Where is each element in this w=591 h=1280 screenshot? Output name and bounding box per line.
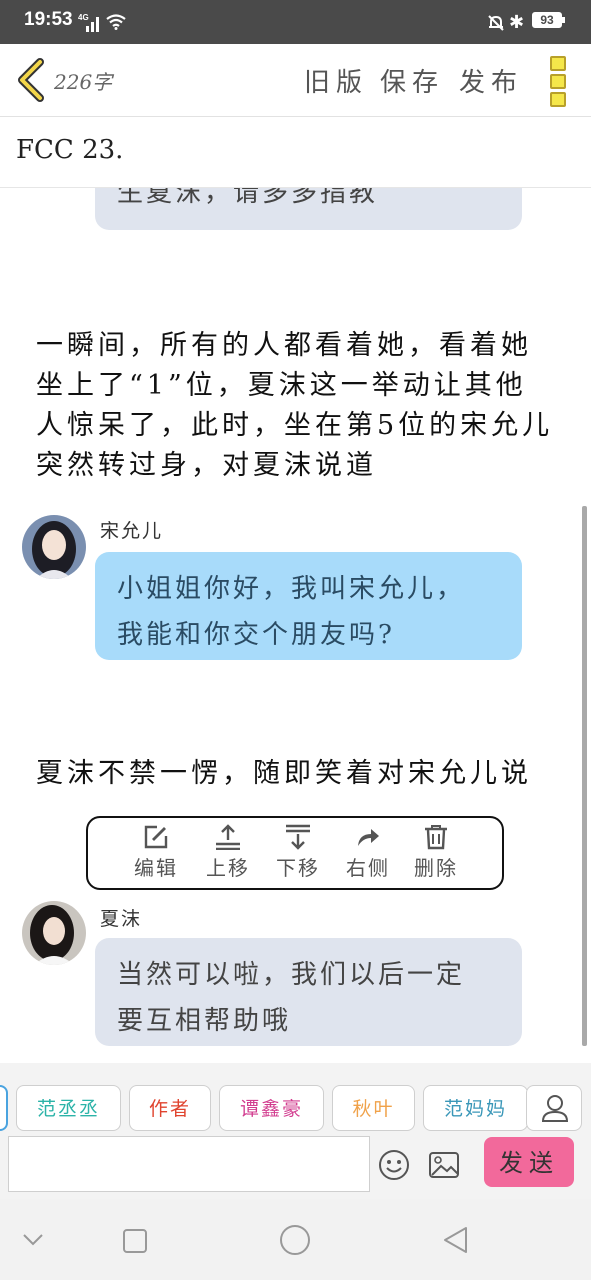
wifi-icon xyxy=(106,14,126,30)
message-bubble[interactable]: 小姐姐你好，我叫宋允儿， 我能和你交个朋友吗? xyxy=(95,552,522,660)
narration-text[interactable]: 一瞬间，所有的人都看着她，看着她坐上了“1”位，夏沫这一举动让其他人惊呆了，此时… xyxy=(36,326,556,486)
more-menu-icon[interactable] xyxy=(550,56,566,107)
old-version-button[interactable]: 旧版 xyxy=(304,62,368,99)
send-button[interactable]: 发送 xyxy=(484,1137,574,1187)
emoji-icon[interactable] xyxy=(378,1149,410,1181)
battery-indicator: 93 xyxy=(532,12,562,28)
character-chip[interactable]: 谭鑫豪 xyxy=(219,1085,324,1131)
story-title[interactable]: FCC 23. xyxy=(16,135,123,165)
move-down-action[interactable]: 下移 xyxy=(268,824,328,881)
speaker-name: 夏沫 xyxy=(100,908,143,930)
character-chip[interactable]: 秋叶 xyxy=(332,1085,415,1131)
battery-tip xyxy=(562,17,565,23)
home-icon[interactable] xyxy=(279,1224,311,1256)
message-line: 小姐姐你好，我叫宋允儿， xyxy=(117,574,466,604)
scrollbar[interactable] xyxy=(582,506,587,1046)
message-line: 当然可以啦，我们以后一定 xyxy=(117,960,466,990)
message-input[interactable] xyxy=(8,1136,370,1192)
right-side-label: 右侧 xyxy=(346,856,390,880)
back-nav-icon[interactable] xyxy=(441,1225,469,1255)
status-time: 19:53 xyxy=(24,9,73,30)
move-up-action[interactable]: 上移 xyxy=(198,824,258,881)
user-icon xyxy=(541,1095,569,1122)
character-chip-partial[interactable] xyxy=(0,1085,8,1131)
chevron-down-icon[interactable] xyxy=(22,1233,44,1247)
story-content: 生夏沫，请多多指教 一瞬间，所有的人都看着她，看着她坐上了“1”位，夏沫这一举动… xyxy=(0,188,591,1063)
word-count: 226字 xyxy=(54,70,113,94)
message-line: 要互相帮助哦 xyxy=(117,1006,292,1036)
right-side-action[interactable]: 右侧 xyxy=(338,824,398,881)
input-bar: 发送 xyxy=(0,1133,591,1199)
recent-apps-icon[interactable] xyxy=(122,1228,148,1254)
add-character-button[interactable] xyxy=(526,1085,582,1131)
bluetooth-icon: ✱ xyxy=(509,12,525,32)
mute-bell-icon xyxy=(488,15,504,31)
character-chip[interactable]: 范妈妈 xyxy=(423,1085,528,1131)
move-down-label: 下移 xyxy=(276,856,320,880)
move-up-label: 上移 xyxy=(206,856,250,880)
avatar-xia-mo[interactable] xyxy=(22,901,86,965)
message-bubble[interactable]: 当然可以啦，我们以后一定 要互相帮助哦 xyxy=(95,938,522,1046)
image-icon[interactable] xyxy=(428,1151,460,1179)
trash-icon xyxy=(425,825,447,850)
edit-label: 编辑 xyxy=(134,856,178,880)
edit-icon xyxy=(144,825,168,849)
back-arrow-icon[interactable] xyxy=(14,58,48,102)
message-text: 生夏沫，请多多指教 xyxy=(117,188,379,208)
move-down-icon xyxy=(286,824,310,850)
narration-text[interactable]: 夏沫不禁一愣，随即笑着对宋允儿说 xyxy=(36,754,556,794)
character-selector: 范丞丞 作者 谭鑫豪 秋叶 范妈妈 xyxy=(0,1063,591,1133)
character-chip[interactable]: 作者 xyxy=(129,1085,211,1131)
edit-action[interactable]: 编辑 xyxy=(126,824,186,881)
status-bar: 19:53 4G ✱ 93 xyxy=(0,0,591,44)
save-button[interactable]: 保存 xyxy=(380,62,444,99)
share-arrow-icon xyxy=(358,829,379,846)
message-bubble-partial[interactable]: 生夏沫，请多多指教 xyxy=(95,188,522,230)
move-up-icon xyxy=(216,824,240,850)
speaker-name: 宋允儿 xyxy=(100,520,164,542)
message-line: 我能和你交个朋友吗? xyxy=(117,620,395,650)
publish-button[interactable]: 发布 xyxy=(459,62,523,99)
delete-action[interactable]: 删除 xyxy=(406,824,466,881)
title-bar: FCC 23. xyxy=(0,117,591,188)
avatar-song-yuner[interactable] xyxy=(22,515,86,579)
message-action-toolbar: 编辑 上移 下移 右侧 删除 xyxy=(86,816,504,890)
system-nav-bar xyxy=(0,1199,591,1280)
character-chip[interactable]: 范丞丞 xyxy=(16,1085,121,1131)
editor-header: 226字 旧版 保存 发布 xyxy=(0,44,591,117)
delete-label: 删除 xyxy=(414,856,458,880)
signal-icon xyxy=(86,17,99,32)
